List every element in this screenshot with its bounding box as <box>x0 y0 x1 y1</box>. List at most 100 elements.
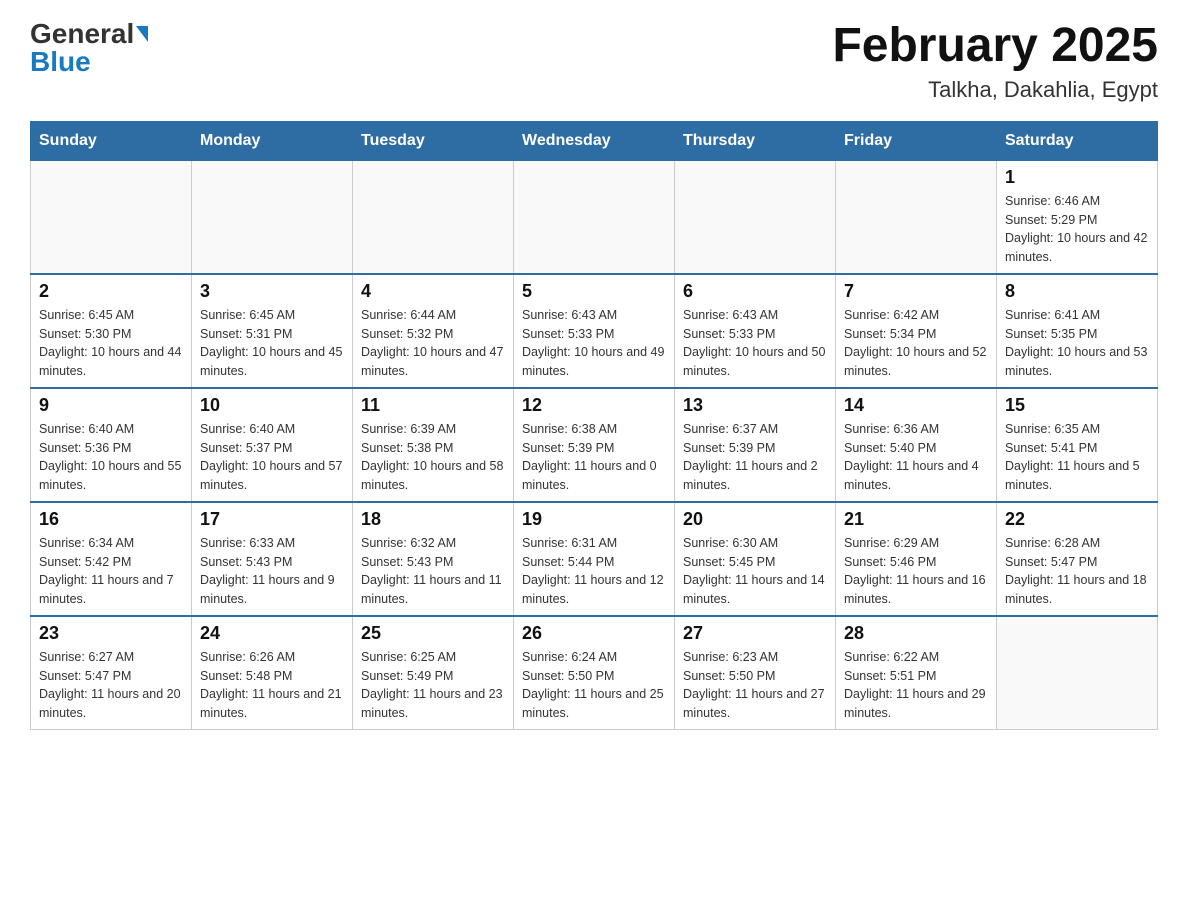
day-info: Sunrise: 6:40 AMSunset: 5:36 PMDaylight:… <box>39 420 183 495</box>
logo: General Blue <box>30 20 148 76</box>
calendar-cell: 17 Sunrise: 6:33 AMSunset: 5:43 PMDayligh… <box>192 502 353 616</box>
day-number: 20 <box>683 509 827 530</box>
day-info: Sunrise: 6:42 AMSunset: 5:34 PMDaylight:… <box>844 306 988 381</box>
calendar-cell: 26 Sunrise: 6:24 AMSunset: 5:50 PMDayligh… <box>514 616 675 730</box>
calendar-cell: 8 Sunrise: 6:41 AMSunset: 5:35 PMDaylight… <box>997 274 1158 388</box>
day-number: 13 <box>683 395 827 416</box>
day-info: Sunrise: 6:37 AMSunset: 5:39 PMDaylight:… <box>683 420 827 495</box>
day-info: Sunrise: 6:24 AMSunset: 5:50 PMDaylight:… <box>522 648 666 723</box>
title-block: February 2025 Talkha, Dakahlia, Egypt <box>832 20 1158 103</box>
calendar-cell <box>836 160 997 274</box>
calendar-cell: 7 Sunrise: 6:42 AMSunset: 5:34 PMDaylight… <box>836 274 997 388</box>
calendar-cell: 5Sunrise: 6:43 AMSunset: 5:33 PMDaylight… <box>514 274 675 388</box>
calendar-cell: 9 Sunrise: 6:40 AMSunset: 5:36 PMDaylight… <box>31 388 192 502</box>
day-info: Sunrise: 6:45 AMSunset: 5:30 PMDaylight:… <box>39 306 183 381</box>
weekday-header-saturday: Saturday <box>997 121 1158 160</box>
day-info: Sunrise: 6:33 AMSunset: 5:43 PMDaylight:… <box>200 534 344 609</box>
day-info: Sunrise: 6:34 AMSunset: 5:42 PMDaylight:… <box>39 534 183 609</box>
day-number: 19 <box>522 509 666 530</box>
calendar-cell: 6 Sunrise: 6:43 AMSunset: 5:33 PMDaylight… <box>675 274 836 388</box>
calendar-cell <box>192 160 353 274</box>
day-info: Sunrise: 6:41 AMSunset: 5:35 PMDaylight:… <box>1005 306 1149 381</box>
day-number: 10 <box>200 395 344 416</box>
day-number: 22 <box>1005 509 1149 530</box>
day-number: 25 <box>361 623 505 644</box>
day-number: 6 <box>683 281 827 302</box>
weekday-header-wednesday: Wednesday <box>514 121 675 160</box>
calendar-cell: 28 Sunrise: 6:22 AMSunset: 5:51 PMDayligh… <box>836 616 997 730</box>
calendar-cell: 19 Sunrise: 6:31 AMSunset: 5:44 PMDayligh… <box>514 502 675 616</box>
day-info: Sunrise: 6:46 AMSunset: 5:29 PMDaylight:… <box>1005 192 1149 267</box>
day-info: Sunrise: 6:23 AMSunset: 5:50 PMDaylight:… <box>683 648 827 723</box>
calendar-cell: 4 Sunrise: 6:44 AMSunset: 5:32 PMDaylight… <box>353 274 514 388</box>
calendar-table: SundayMondayTuesdayWednesdayThursdayFrid… <box>30 121 1158 730</box>
day-number: 28 <box>844 623 988 644</box>
logo-general: General <box>30 20 134 48</box>
day-number: 17 <box>200 509 344 530</box>
day-number: 5 <box>522 281 666 302</box>
calendar-cell: 10 Sunrise: 6:40 AMSunset: 5:37 PMDayligh… <box>192 388 353 502</box>
day-number: 4 <box>361 281 505 302</box>
day-number: 24 <box>200 623 344 644</box>
calendar-cell: 13 Sunrise: 6:37 AMSunset: 5:39 PMDayligh… <box>675 388 836 502</box>
calendar-week-row: 1 Sunrise: 6:46 AMSunset: 5:29 PMDaylight… <box>31 160 1158 274</box>
calendar-cell: 23 Sunrise: 6:27 AMSunset: 5:47 PMDayligh… <box>31 616 192 730</box>
calendar-cell <box>675 160 836 274</box>
calendar-cell <box>997 616 1158 730</box>
day-number: 8 <box>1005 281 1149 302</box>
day-info: Sunrise: 6:31 AMSunset: 5:44 PMDaylight:… <box>522 534 666 609</box>
calendar-week-row: 9 Sunrise: 6:40 AMSunset: 5:36 PMDaylight… <box>31 388 1158 502</box>
weekday-header-thursday: Thursday <box>675 121 836 160</box>
calendar-cell: 12Sunrise: 6:38 AMSunset: 5:39 PMDayligh… <box>514 388 675 502</box>
day-info: Sunrise: 6:32 AMSunset: 5:43 PMDaylight:… <box>361 534 505 609</box>
calendar-cell: 2 Sunrise: 6:45 AMSunset: 5:30 PMDaylight… <box>31 274 192 388</box>
day-number: 21 <box>844 509 988 530</box>
day-info: Sunrise: 6:35 AMSunset: 5:41 PMDaylight:… <box>1005 420 1149 495</box>
day-number: 9 <box>39 395 183 416</box>
calendar-cell: 18 Sunrise: 6:32 AMSunset: 5:43 PMDayligh… <box>353 502 514 616</box>
day-info: Sunrise: 6:44 AMSunset: 5:32 PMDaylight:… <box>361 306 505 381</box>
day-info: Sunrise: 6:25 AMSunset: 5:49 PMDaylight:… <box>361 648 505 723</box>
day-number: 26 <box>522 623 666 644</box>
day-number: 18 <box>361 509 505 530</box>
calendar-cell: 1 Sunrise: 6:46 AMSunset: 5:29 PMDaylight… <box>997 160 1158 274</box>
calendar-cell: 27 Sunrise: 6:23 AMSunset: 5:50 PMDayligh… <box>675 616 836 730</box>
day-number: 23 <box>39 623 183 644</box>
weekday-header-row: SundayMondayTuesdayWednesdayThursdayFrid… <box>31 121 1158 160</box>
day-number: 7 <box>844 281 988 302</box>
day-number: 2 <box>39 281 183 302</box>
calendar-subtitle: Talkha, Dakahlia, Egypt <box>832 77 1158 103</box>
calendar-cell: 15 Sunrise: 6:35 AMSunset: 5:41 PMDayligh… <box>997 388 1158 502</box>
calendar-week-row: 23 Sunrise: 6:27 AMSunset: 5:47 PMDayligh… <box>31 616 1158 730</box>
day-info: Sunrise: 6:45 AMSunset: 5:31 PMDaylight:… <box>200 306 344 381</box>
weekday-header-tuesday: Tuesday <box>353 121 514 160</box>
day-number: 3 <box>200 281 344 302</box>
calendar-cell: 22Sunrise: 6:28 AMSunset: 5:47 PMDayligh… <box>997 502 1158 616</box>
day-info: Sunrise: 6:38 AMSunset: 5:39 PMDaylight:… <box>522 420 666 495</box>
day-info: Sunrise: 6:30 AMSunset: 5:45 PMDaylight:… <box>683 534 827 609</box>
calendar-cell: 3 Sunrise: 6:45 AMSunset: 5:31 PMDaylight… <box>192 274 353 388</box>
logo-arrow-icon <box>136 26 148 42</box>
day-info: Sunrise: 6:26 AMSunset: 5:48 PMDaylight:… <box>200 648 344 723</box>
day-info: Sunrise: 6:40 AMSunset: 5:37 PMDaylight:… <box>200 420 344 495</box>
calendar-cell: 25 Sunrise: 6:25 AMSunset: 5:49 PMDayligh… <box>353 616 514 730</box>
day-info: Sunrise: 6:22 AMSunset: 5:51 PMDaylight:… <box>844 648 988 723</box>
day-number: 15 <box>1005 395 1149 416</box>
day-info: Sunrise: 6:29 AMSunset: 5:46 PMDaylight:… <box>844 534 988 609</box>
day-number: 1 <box>1005 167 1149 188</box>
day-info: Sunrise: 6:36 AMSunset: 5:40 PMDaylight:… <box>844 420 988 495</box>
calendar-week-row: 16Sunrise: 6:34 AMSunset: 5:42 PMDayligh… <box>31 502 1158 616</box>
weekday-header-monday: Monday <box>192 121 353 160</box>
page-header: General Blue February 2025 Talkha, Dakah… <box>30 20 1158 103</box>
calendar-cell <box>31 160 192 274</box>
day-number: 14 <box>844 395 988 416</box>
day-info: Sunrise: 6:27 AMSunset: 5:47 PMDaylight:… <box>39 648 183 723</box>
day-number: 27 <box>683 623 827 644</box>
calendar-cell: 11Sunrise: 6:39 AMSunset: 5:38 PMDayligh… <box>353 388 514 502</box>
calendar-cell: 14 Sunrise: 6:36 AMSunset: 5:40 PMDayligh… <box>836 388 997 502</box>
calendar-week-row: 2 Sunrise: 6:45 AMSunset: 5:30 PMDaylight… <box>31 274 1158 388</box>
calendar-cell: 20 Sunrise: 6:30 AMSunset: 5:45 PMDayligh… <box>675 502 836 616</box>
day-info: Sunrise: 6:43 AMSunset: 5:33 PMDaylight:… <box>683 306 827 381</box>
weekday-header-friday: Friday <box>836 121 997 160</box>
logo-blue: Blue <box>30 48 91 76</box>
